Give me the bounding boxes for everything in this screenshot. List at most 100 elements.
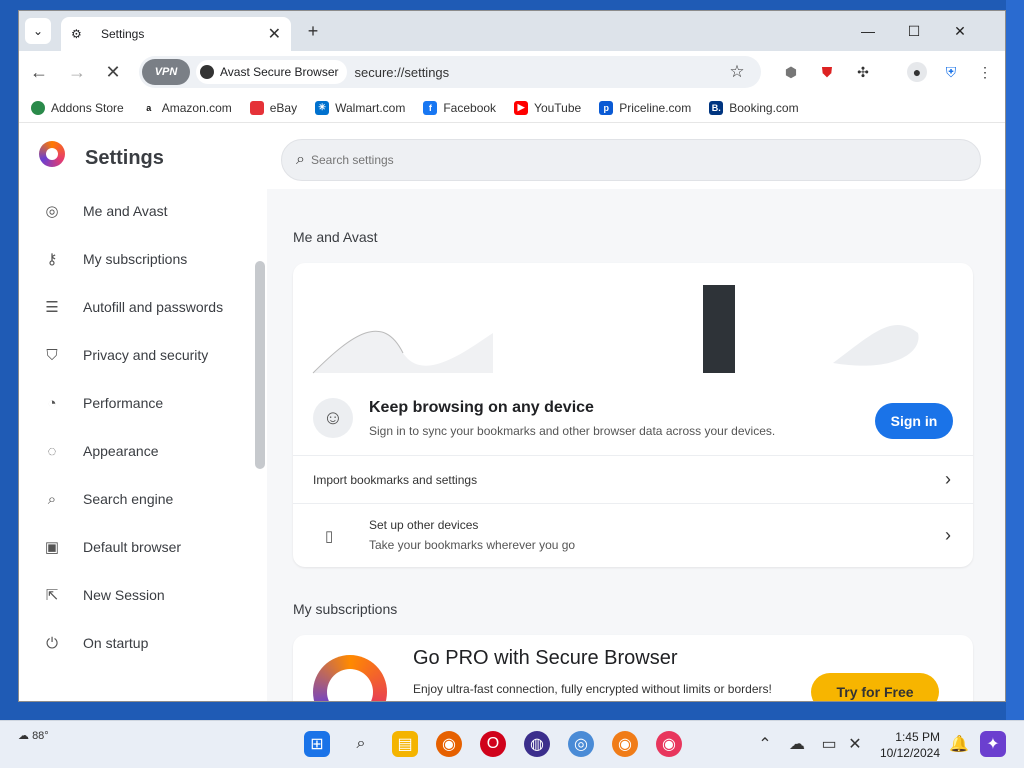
sidebar-item-default-browser[interactable]: ▣ Default browser bbox=[41, 533, 251, 561]
extensions-puzzle-icon[interactable]: ✣ bbox=[853, 62, 873, 82]
pro-card: Go PRO with Secure Browser Enjoy ultra-f… bbox=[293, 635, 973, 701]
search-settings-box[interactable]: ⌕ bbox=[281, 139, 981, 181]
avast-secure-icon[interactable]: ◉ bbox=[656, 731, 682, 757]
bookmark-facebook[interactable]: f Facebook bbox=[423, 100, 496, 115]
clock[interactable]: 1:45 PM 10/12/2024 bbox=[878, 729, 940, 761]
sidebar-item-new-session[interactable]: ⇱ New Session bbox=[41, 581, 251, 609]
sidebar-item-me-and-avast[interactable]: ◎ Me and Avast bbox=[41, 197, 251, 225]
sidebar-item-autofill[interactable]: ☰ Autofill and passwords bbox=[41, 293, 251, 321]
section-title-subscriptions: My subscriptions bbox=[293, 601, 398, 617]
sidebar-item-appearance[interactable]: ◌ Appearance bbox=[41, 437, 251, 465]
temperature: 88° bbox=[32, 730, 49, 742]
try-for-free-button[interactable]: Try for Free bbox=[811, 673, 939, 701]
close-window-button[interactable]: ✕ bbox=[937, 11, 983, 51]
firefox-icon[interactable]: ◉ bbox=[436, 731, 462, 757]
sidebar-item-on-startup[interactable]: ⏻ On startup bbox=[41, 629, 251, 657]
menu-kebab-icon[interactable]: ⋮ bbox=[975, 62, 995, 82]
bookmark-label: YouTube bbox=[534, 100, 582, 115]
sidebar-item-label: Privacy and security bbox=[83, 347, 209, 363]
privacy-guard-icon[interactable]: ⬢ bbox=[781, 62, 801, 82]
sidebar-item-label: My subscriptions bbox=[83, 251, 188, 267]
shield-icon: ⛉ bbox=[46, 346, 58, 364]
setup-devices-title: Set up other devices bbox=[369, 518, 479, 532]
new-tab-button[interactable]: + bbox=[301, 19, 325, 43]
import-bookmarks-row[interactable]: Import bookmarks and settings › bbox=[293, 455, 973, 503]
tab-search-dropdown[interactable]: ⌄ bbox=[25, 18, 51, 44]
bookmark-star-icon[interactable]: ☆ bbox=[725, 62, 749, 82]
chrome-icon[interactable]: ◎ bbox=[568, 731, 594, 757]
maximize-icon: ☐ bbox=[907, 22, 921, 39]
site-info-chip[interactable]: Avast Secure Browser bbox=[196, 60, 347, 84]
address-bar[interactable]: VPN Avast Secure Browser secure://settin… bbox=[139, 56, 761, 88]
amazon-icon: a bbox=[141, 100, 156, 115]
windows-icon: ⊞ bbox=[310, 736, 324, 753]
sidebar-item-search-engine[interactable]: ⌕ Search engine bbox=[41, 485, 251, 513]
close-tab-icon[interactable]: ✕ bbox=[268, 24, 281, 44]
sidebar-item-my-subscriptions[interactable]: ⚷ My subscriptions bbox=[41, 245, 251, 273]
close-icon: ✕ bbox=[954, 22, 966, 39]
maximize-button[interactable]: ☐ bbox=[891, 11, 937, 51]
sidebar-item-label: Me and Avast bbox=[83, 203, 168, 219]
search-input[interactable] bbox=[310, 153, 911, 167]
avast-shield-icon bbox=[200, 65, 214, 79]
volume-muted-icon[interactable]: ✕ bbox=[842, 731, 868, 757]
security-shield-icon[interactable]: ⛨ bbox=[941, 62, 961, 82]
sidebar-scrollbar[interactable] bbox=[255, 261, 265, 469]
network-icon[interactable]: ▭ bbox=[816, 731, 842, 757]
account-icon: ◎ bbox=[45, 203, 59, 220]
file-explorer-icon[interactable]: ▤ bbox=[392, 731, 418, 757]
sidebar-item-label: Default browser bbox=[83, 539, 182, 555]
start-button[interactable]: ⊞ bbox=[304, 731, 330, 757]
notification-bell-icon[interactable]: 🔔 bbox=[946, 731, 972, 757]
keep-browsing-title: Keep browsing on any device bbox=[369, 399, 594, 416]
bookmark-addons-store[interactable]: Addons Store bbox=[31, 100, 124, 115]
cloud-icon[interactable]: ☁ bbox=[784, 731, 810, 757]
sidebar-item-performance[interactable]: ◔ Performance bbox=[41, 389, 251, 417]
bookmark-walmart[interactable]: ✳ Walmart.com bbox=[315, 100, 406, 115]
date: 10/12/2024 bbox=[879, 746, 940, 760]
bookmark-amazon[interactable]: a Amazon.com bbox=[141, 100, 232, 115]
taskbar-search[interactable]: ⌕ bbox=[348, 731, 374, 757]
avast-logo-icon bbox=[39, 141, 65, 167]
page-title: Settings bbox=[85, 147, 164, 169]
bookmark-label: Priceline.com bbox=[619, 100, 692, 115]
bookmark-booking[interactable]: B. Booking.com bbox=[709, 100, 799, 115]
pro-description: Enjoy ultra-fast connection, fully encry… bbox=[413, 682, 772, 696]
tab-settings[interactable]: ⚙ Settings ✕ bbox=[61, 17, 291, 51]
bookmark-label: Walmart.com bbox=[335, 100, 406, 115]
keep-browsing-subtitle: Sign in to sync your bookmarks and other… bbox=[369, 424, 776, 438]
sidebar-item-privacy[interactable]: ⛉ Privacy and security bbox=[41, 341, 251, 369]
avast-browser-icon[interactable]: ◉ bbox=[612, 731, 638, 757]
adblock-shield-icon[interactable]: ⛊ bbox=[817, 62, 837, 82]
sidebar-item-label: Appearance bbox=[83, 443, 159, 459]
sidebar-item-label: On startup bbox=[83, 635, 149, 651]
weather-widget[interactable]: ☁ 88° bbox=[18, 729, 49, 742]
stop-button[interactable]: ✕ bbox=[101, 60, 125, 84]
chevron-up-icon[interactable]: ⌃ bbox=[752, 731, 778, 757]
forward-button[interactable]: → bbox=[65, 60, 89, 84]
bookmark-youtube[interactable]: ▶ YouTube bbox=[514, 100, 582, 115]
walmart-icon: ✳ bbox=[315, 100, 330, 115]
bookmarks-bar: Addons Store a Amazon.com eBay ✳ Walmart.c… bbox=[19, 93, 1005, 123]
sign-in-button[interactable]: Sign in bbox=[875, 403, 953, 439]
weather-icon: ☁ bbox=[18, 730, 29, 742]
vpn-button[interactable]: VPN bbox=[142, 59, 190, 85]
back-button[interactable]: ← bbox=[27, 60, 51, 84]
opera-icon[interactable]: O bbox=[480, 731, 506, 757]
browser-window: ⌄ ⚙ Settings ✕ + — ☐ ✕ ← → ✕ VPN Avast S… bbox=[18, 10, 1006, 702]
speedometer-icon: ◔ bbox=[47, 394, 57, 412]
sidebar-item-label: Performance bbox=[83, 395, 164, 411]
gear-icon: ⚙ bbox=[71, 27, 82, 41]
sidebar-item-label: Search engine bbox=[83, 491, 174, 507]
pro-title: Go PRO with Secure Browser bbox=[413, 647, 678, 669]
bookmark-priceline[interactable]: p Priceline.com bbox=[599, 100, 692, 115]
taskbar: ☁ 88° ⊞ ⌕ ▤ ◉ O ◍ ◎ ◉ ◉ ⌃ ☁ ▭ ✕ 1:45 PM … bbox=[0, 720, 1024, 768]
bookmark-label: Amazon.com bbox=[161, 100, 232, 115]
setup-devices-row[interactable]: ▯ Set up other devices Take your bookmar… bbox=[293, 503, 973, 567]
copilot-icon[interactable]: ✦ bbox=[980, 731, 1006, 757]
profile-icon[interactable]: ● bbox=[907, 62, 927, 82]
url-text[interactable]: secure://settings bbox=[355, 65, 726, 80]
app-icon[interactable]: ◍ bbox=[524, 731, 550, 757]
minimize-button[interactable]: — bbox=[845, 11, 891, 51]
bookmark-ebay[interactable]: eBay bbox=[249, 100, 297, 115]
